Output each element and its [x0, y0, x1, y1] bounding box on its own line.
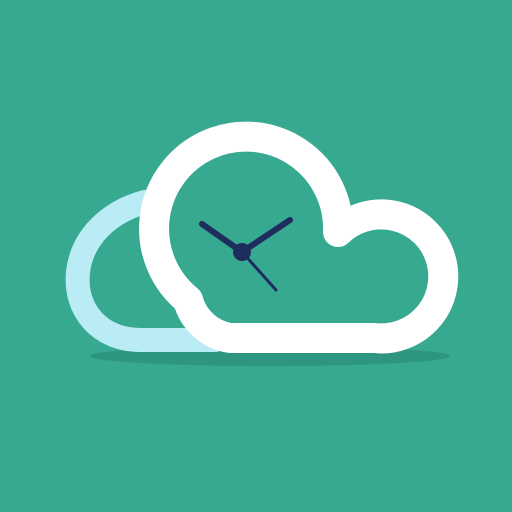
clock-center — [233, 243, 251, 261]
app-icon — [0, 0, 512, 512]
cloud-clock-icon — [0, 0, 512, 512]
